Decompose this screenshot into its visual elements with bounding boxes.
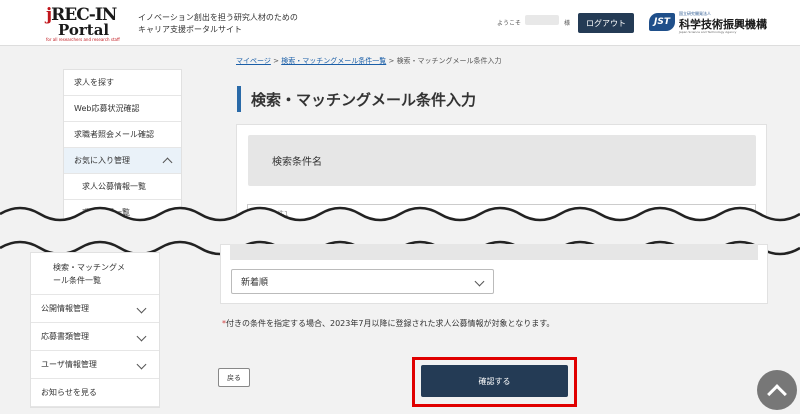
sidebar-subitem-job-list[interactable]: 求人公募情報一覧 <box>64 174 181 200</box>
jst-badge-icon: JST <box>649 13 675 31</box>
sort-order-select[interactable]: 新着順 <box>231 269 494 294</box>
honorific-text: 様 <box>564 20 571 27</box>
sort-order-value: 新着順 <box>241 278 269 288</box>
scroll-to-top-button[interactable] <box>757 370 797 410</box>
breadcrumb-condition-list[interactable]: 検索・マッチングメール条件一覧 <box>281 57 386 65</box>
tagline-line-2: キャリア支援ポータルサイト <box>138 25 242 34</box>
site-tagline: イノベーション創出を担う研究人材のための キャリア支援ポータルサイト <box>138 12 298 36</box>
chevron-down-icon <box>136 303 147 314</box>
breadcrumb-current: 検索・マッチングメール条件入力 <box>396 57 502 65</box>
chevron-down-icon <box>136 359 147 370</box>
logo-subtitle: for all researchers and research staff <box>46 37 120 42</box>
jrec-in-portal-logo[interactable]: jREC-IN Portal for all researchers and r… <box>46 7 126 43</box>
breadcrumb: マイページ > 検索・マッチングメール条件一覧 > 検索・マッチングメール条件入… <box>236 56 502 66</box>
sidebar-subitem-matching-mail-conditions[interactable]: 検索・マッチングメ ール条件一覧 <box>31 253 159 295</box>
sidebar-item-label: Web応募状況確認 <box>74 104 140 113</box>
note-text: 付きの条件を指定する場合、2023年7月以降に登録された求人公募情報が対象となり… <box>226 319 555 328</box>
sidebar-item-notices[interactable]: お知らせを見る <box>31 379 159 407</box>
sidebar-item-web-application-status[interactable]: Web応募状況確認 <box>64 96 181 122</box>
sidebar-item-label: お知らせを見る <box>41 388 97 397</box>
section-header-strip <box>230 244 758 260</box>
page-title: 検索・マッチングメール条件入力 <box>237 86 476 112</box>
sidebar-item-user-info[interactable]: ユーザ情報管理 <box>31 351 159 379</box>
sidebar-label-line: 検索・マッチングメ <box>53 262 125 272</box>
sidebar-item-label: ユーザ情報管理 <box>41 360 97 369</box>
chevron-up-icon <box>162 157 173 168</box>
logo-portal: Portal <box>58 21 110 39</box>
breadcrumb-mypage[interactable]: マイページ <box>236 57 271 65</box>
arrow-up-icon <box>767 383 787 404</box>
jst-logo[interactable]: JST 国立研究開発法人 科学技術振興機構 Japan Science and … <box>649 11 771 37</box>
sidebar-item-public-info[interactable]: 公開情報管理 <box>31 295 159 323</box>
sidebar-item-label: 求人公募情報一覧 <box>82 182 146 191</box>
tagline-line-1: イノベーション創出を担う研究人材のための <box>138 13 298 22</box>
sidebar-label-line: ール条件一覧 <box>53 275 101 285</box>
jst-english-name: Japan Science and Technology Agency <box>679 30 737 34</box>
site-header: jREC-IN Portal for all researchers and r… <box>0 0 800 46</box>
sidebar-item-label: お気に入り管理 <box>74 156 130 165</box>
username-redacted <box>525 15 559 25</box>
condition-note: *付きの条件を指定する場合、2023年7月以降に登録された求人公募情報が対象とな… <box>222 318 554 329</box>
welcome-text: ようこそ <box>497 20 522 27</box>
sidebar-menu-lower: 検索・マッチングメ ール条件一覧 公開情報管理 応募書類管理 ユーザ情報管理 お… <box>30 252 160 408</box>
sidebar-item-label: 求人を探す <box>74 78 114 87</box>
sidebar-item-application-documents[interactable]: 応募書類管理 <box>31 323 159 351</box>
sidebar-item-label: 検索・マッチングメ ール条件一覧 <box>53 261 125 287</box>
sidebar-item-inquiry-mail[interactable]: 求職者照会メール確認 <box>64 122 181 148</box>
confirm-button[interactable]: 確認する <box>421 365 568 397</box>
sidebar-item-favorites[interactable]: お気に入り管理 <box>64 148 181 174</box>
sidebar-item-label: 応募書類管理 <box>41 332 89 341</box>
sidebar-item-job-search[interactable]: 求人を探す <box>64 70 181 96</box>
breadcrumb-separator: > <box>388 57 395 65</box>
chevron-down-icon <box>474 276 485 287</box>
sidebar-item-label: 公開情報管理 <box>41 304 89 313</box>
back-button[interactable]: 戻る <box>218 368 250 387</box>
condition-name-label: 検索条件名 <box>248 135 756 186</box>
chevron-down-icon <box>136 331 147 342</box>
breadcrumb-separator: > <box>273 57 279 65</box>
logout-button[interactable]: ログアウト <box>578 13 634 33</box>
sidebar-item-label: 求職者照会メール確認 <box>74 130 154 139</box>
